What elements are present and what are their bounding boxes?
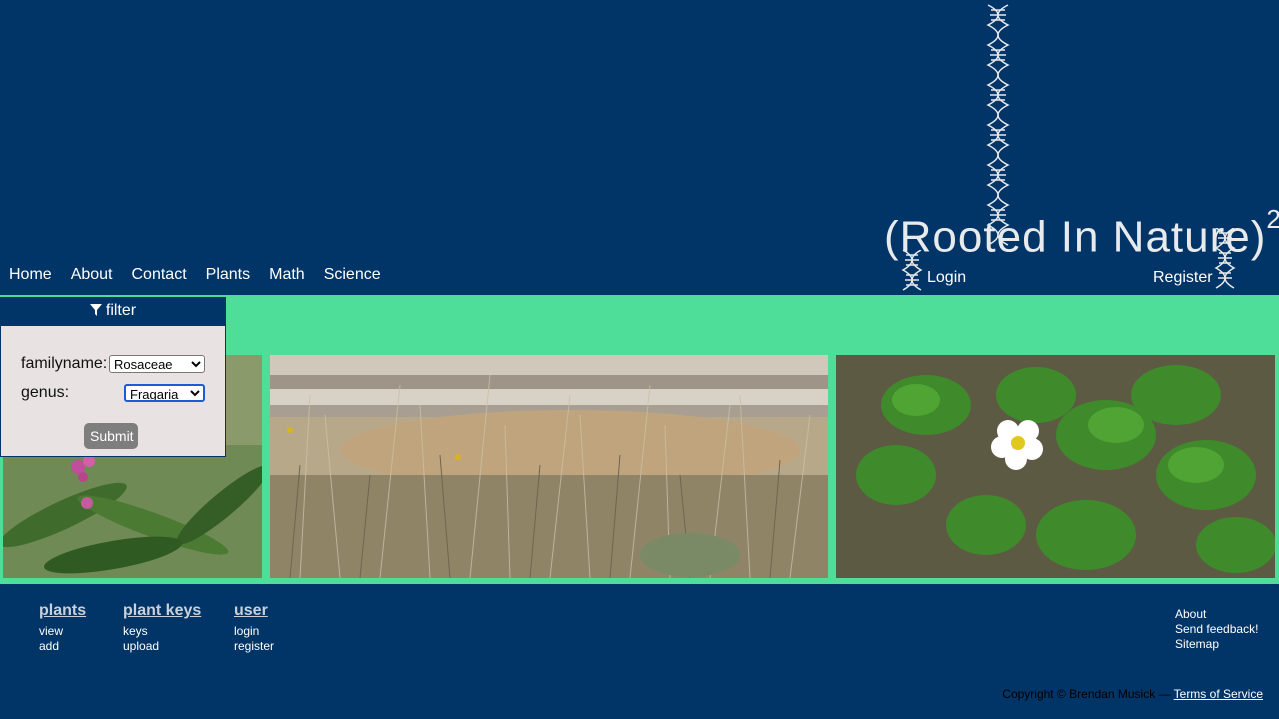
main-nav: Home About Contact Plants Math Science	[0, 264, 391, 288]
footer-plantkeys-col: plant keys keys upload	[123, 602, 201, 654]
footer-link-register[interactable]: register	[234, 639, 274, 654]
login-link[interactable]: Login	[927, 269, 966, 287]
site-footer: plants view add plant keys keys upload u…	[0, 584, 1279, 719]
filter-title: filter	[105, 302, 137, 319]
plant-photo-3[interactable]	[836, 355, 1275, 578]
nav-contact[interactable]: Contact	[132, 264, 187, 288]
footer-right-links: About Send feedback! Sitemap	[1175, 607, 1258, 652]
footer-plants-col: plants view add	[39, 602, 86, 654]
footer-link-view[interactable]: view	[39, 624, 86, 639]
filter-panel: filter familyname: Rosaceae genus: Fraga…	[0, 297, 226, 457]
copyright-text: Copyright © Brendan Musick —	[1002, 687, 1174, 701]
familyname-select[interactable]: Rosaceae	[109, 355, 205, 373]
register-link[interactable]: Register	[1153, 269, 1213, 287]
genus-label: genus:	[21, 384, 70, 401]
footer-plantkeys-heading[interactable]: plant keys	[123, 602, 201, 620]
footer-link-upload[interactable]: upload	[123, 639, 201, 654]
nav-science[interactable]: Science	[324, 264, 381, 288]
footer-user-heading[interactable]: user	[234, 602, 274, 620]
copyright: Copyright © Brendan Musick — Terms of Se…	[1002, 687, 1263, 701]
logo-superscript: 2	[1266, 204, 1279, 234]
nav-plants[interactable]: Plants	[206, 264, 250, 288]
footer-link-login[interactable]: login	[234, 624, 274, 639]
footer-link-keys[interactable]: keys	[123, 624, 201, 639]
terms-link[interactable]: Terms of Service	[1174, 687, 1263, 701]
nav-math[interactable]: Math	[269, 264, 305, 288]
footer-link-add[interactable]: add	[39, 639, 86, 654]
nav-about[interactable]: About	[71, 264, 113, 288]
plant-photo-2[interactable]	[270, 355, 828, 578]
footer-link-feedback[interactable]: Send feedback!	[1175, 622, 1258, 637]
filter-icon	[89, 304, 102, 316]
footer-plants-heading[interactable]: plants	[39, 602, 86, 620]
logo-text: (Rooted In Nature)	[884, 212, 1267, 262]
filter-toggle[interactable]: filter	[1, 298, 225, 326]
submit-button[interactable]: Submit	[84, 423, 138, 449]
footer-link-about[interactable]: About	[1175, 607, 1258, 622]
site-header: (Rooted In Nature)2 Home About Contact P…	[0, 0, 1279, 295]
genus-select[interactable]: Fragaria	[124, 384, 205, 402]
footer-link-sitemap[interactable]: Sitemap	[1175, 637, 1258, 652]
footer-user-col: user login register	[234, 602, 274, 654]
site-logo[interactable]: (Rooted In Nature)2	[884, 204, 1279, 263]
familyname-label: familyname:	[21, 355, 108, 372]
nav-home[interactable]: Home	[9, 264, 52, 288]
